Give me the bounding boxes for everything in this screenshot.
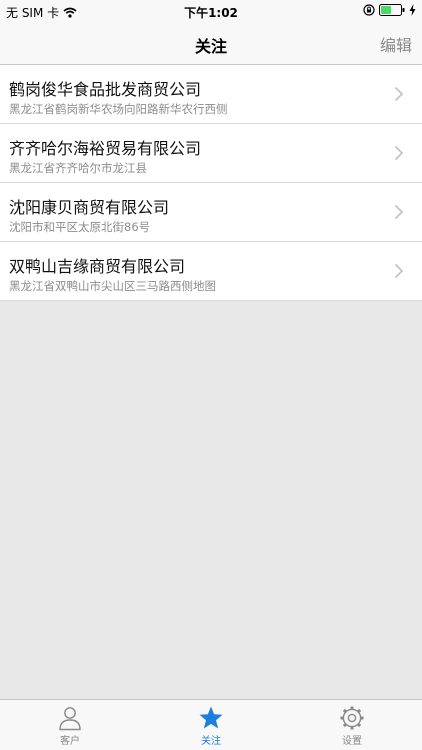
rotation-lock-icon bbox=[363, 4, 375, 16]
tab-customers[interactable]: 客户 bbox=[0, 700, 140, 750]
list-item[interactable]: 鹤岗俊华食品批发商贸公司 黑龙江省鹤岗新华农场向阳路新华农行西侧 bbox=[0, 65, 422, 124]
status-right bbox=[363, 4, 416, 16]
chevron-right-icon bbox=[394, 145, 404, 161]
company-name: 鹤岗俊华食品批发商贸公司 bbox=[9, 80, 202, 99]
list-item[interactable]: 沈阳康贝商贸有限公司 沈阳市和平区太原北街86号 bbox=[0, 183, 422, 242]
company-address: 沈阳市和平区太原北街86号 bbox=[9, 220, 151, 234]
tab-label: 设置 bbox=[342, 736, 362, 747]
navigation-bar: 关注 编辑 bbox=[0, 22, 422, 65]
page-title: 关注 bbox=[194, 37, 227, 56]
list-item[interactable]: 齐齐哈尔海裕贸易有限公司 黑龙江省齐齐哈尔市龙江县 bbox=[0, 124, 422, 183]
status-time: 下午1:02 bbox=[184, 6, 238, 20]
tab-settings[interactable]: 设置 bbox=[282, 700, 422, 750]
list-item[interactable]: 双鸭山吉缘商贸有限公司 黑龙江省双鸭山市尖山区三马路西侧地图 bbox=[0, 242, 422, 301]
company-address: 黑龙江省鹤岗新华农场向阳路新华农行西侧 bbox=[9, 102, 228, 116]
chevron-right-icon bbox=[394, 204, 404, 220]
company-address: 黑龙江省双鸭山市尖山区三马路西侧地图 bbox=[9, 279, 216, 293]
charging-icon bbox=[409, 4, 416, 16]
edit-button[interactable]: 编辑 bbox=[380, 32, 412, 56]
company-list: 鹤岗俊华食品批发商贸公司 黑龙江省鹤岗新华农场向阳路新华农行西侧 齐齐哈尔海裕贸… bbox=[0, 65, 422, 301]
company-address: 黑龙江省齐齐哈尔市龙江县 bbox=[9, 161, 147, 175]
tab-bar: 客户 关注 设置 bbox=[0, 699, 422, 750]
chevron-right-icon bbox=[394, 86, 404, 102]
tab-following[interactable]: 关注 bbox=[141, 700, 281, 750]
company-name: 沈阳康贝商贸有限公司 bbox=[9, 198, 170, 217]
status-bar: 无 SIM 卡 下午1:02 bbox=[0, 0, 422, 22]
gear-icon bbox=[340, 706, 364, 730]
person-icon bbox=[59, 707, 81, 731]
company-name: 齐齐哈尔海裕贸易有限公司 bbox=[9, 139, 202, 158]
tab-label: 客户 bbox=[60, 736, 80, 747]
star-icon bbox=[199, 706, 223, 729]
battery-icon bbox=[379, 4, 405, 16]
company-name: 双鸭山吉缘商贸有限公司 bbox=[9, 257, 186, 276]
tab-label: 关注 bbox=[201, 736, 221, 747]
chevron-right-icon bbox=[394, 263, 404, 279]
